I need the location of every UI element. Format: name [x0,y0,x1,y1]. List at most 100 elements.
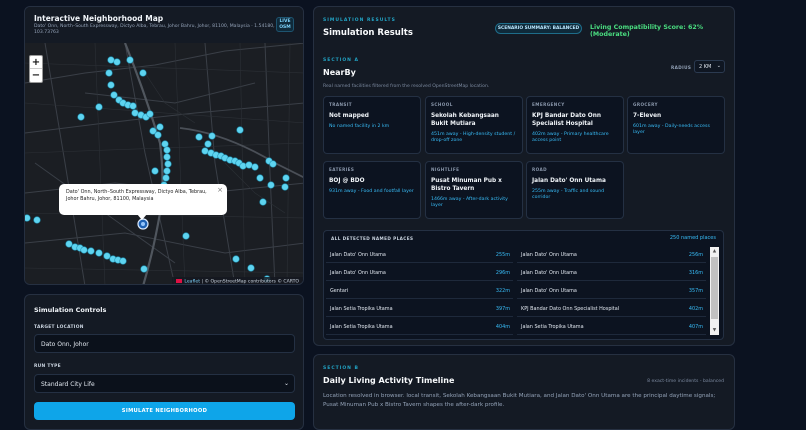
scroll-thumb[interactable] [711,257,718,319]
run-type-value: Standard City Life [41,381,95,388]
place-distance: 322m [495,288,510,294]
place-row[interactable]: Jalan Setia Tropika Utama 407m [517,319,706,335]
daily-meta: 8 exact-time incidents - balanced [647,379,724,384]
nearby-card-road: ROAD Jalan Dato' Onn Utama 255m away - T… [526,161,624,219]
place-name: Jalan Dato' Onn Utama [330,270,386,276]
poi-markers [25,56,290,283]
chevron-down-icon: ⌄ [716,63,721,69]
map-tiles [25,43,303,284]
nearby-card-grocery: GROCERY 7-Eleven 601m away - Daily-needs… [627,96,725,154]
place-distance: 316m [688,270,703,276]
card-category: NIGHTLIFE [431,167,460,172]
named-places-list[interactable]: ALL DETECTED NAMED PLACES 250 named plac… [323,230,724,340]
nearby-title: NearBy [323,68,356,77]
popup-tip [137,214,147,220]
target-location-label: TARGET LOCATION [34,325,84,330]
map-canvas[interactable]: Dato' Onn, North–South Expressway, Dicty… [25,43,303,285]
place-row[interactable]: Jalan Setia Tropika Utama 404m [326,319,513,335]
place-name: Jalan Setia Tropika Utama [330,306,393,312]
card-meta: 931m away - Food and footfall layer [329,188,414,194]
nearby-card-nightlife: NIGHTLIFE Pusat Minuman Pub x Bistro Tav… [425,161,523,219]
place-distance: 407m [688,324,703,330]
place-row[interactable]: Jalan Dato' Onn Utama 255m [326,247,513,263]
place-name: Jalan Dato' Onn Utama [330,252,386,258]
nearby-description: Real named facilities filtered from the … [323,84,490,89]
place-distance: 357m [688,288,703,294]
place-distance: 255m [495,252,510,258]
zoom-in-button[interactable]: + [30,56,42,69]
run-type-label: RUN TYPE [34,364,61,369]
place-row[interactable]: Jalan Dato' Onn Utama 296m [326,265,513,281]
place-row[interactable]: KPJ Bandar Dato Onn Specialist Hospital 4… [517,301,706,317]
card-meta: 451m away - High-density student / drop-… [431,131,516,143]
card-category: EMERGENCY [532,102,565,107]
simulation-results-panel: SIMULATION RESULTS Simulation Results SC… [313,6,735,346]
place-distance: 402m [688,306,703,312]
place-row[interactable]: Jalan Dato' Onn Utama 316m [517,265,706,281]
target-location-input[interactable]: Dato Onn, Johor [34,334,295,353]
card-name: BOJ @ BDO [329,178,365,184]
map-address: Dato' Onn, North–South Expressway, Dicty… [34,24,275,36]
scroll-down-icon[interactable]: ▼ [711,326,718,335]
zoom-out-button[interactable]: − [30,69,42,82]
card-name: Not mapped [329,113,369,119]
card-category: EATERIES [329,167,355,172]
simulate-neighborhood-button[interactable]: SIMULATE NEIGHBORHOOD [34,402,295,420]
compatibility-score: Living Compatibility Score: 62% (Moderat… [590,24,704,38]
live-osm-badge: LIVE OSM [276,17,294,32]
daily-living-panel: SECTION B Daily Living Activity Timeline… [313,354,735,430]
place-name: Jalan Dato' Onn Utama [521,288,577,294]
popup-text: Dato' Onn, North–South Expressway, Dicty… [66,189,207,203]
map-panel: Interactive Neighborhood Map Dato' Onn, … [24,6,304,285]
card-category: SCHOOL [431,102,453,107]
card-name: Sekolah Kebangsaan Bukit Mutiara [431,113,499,127]
simulation-controls-panel: Simulation Controls TARGET LOCATION Dato… [24,294,304,430]
card-category: GROCERY [633,102,658,107]
places-count: 250 named places [669,235,716,241]
map-popup: Dato' Onn, North–South Expressway, Dicty… [59,184,227,220]
map-title: Interactive Neighborhood Map [34,14,164,23]
card-meta: 601m away - Daily-needs access layer [633,123,710,136]
place-distance: 404m [495,324,510,330]
daily-description: Location resolved in browser. local tran… [323,393,716,409]
run-type-select[interactable]: Standard City Life ⌄ [34,374,295,393]
nearby-card-school: SCHOOL Sekolah Kebangsaan Bukit Mutiara … [425,96,523,154]
radius-value: 2 KM [699,64,712,70]
place-distance: 296m [495,270,510,276]
card-name: Jalan Dato' Onn Utama [532,178,606,184]
daily-title: Daily Living Activity Timeline [323,376,455,385]
card-name: Pusat Minuman Pub x Bistro Tavern [431,178,502,192]
radius-label: RADIUS [671,65,692,70]
card-category: ROAD [532,167,547,172]
leaflet-logo-icon [176,279,183,283]
scroll-up-icon[interactable]: ▲ [711,247,718,256]
card-meta: No named facility in 2 km [329,123,390,129]
place-distance: 256m [688,252,703,258]
place-name: Jalan Setia Tropika Utama [330,324,393,330]
place-row[interactable]: Jalan Dato' Onn Utama 357m [517,283,706,299]
place-name: KPJ Bandar Dato Onn Specialist Hospital [521,306,620,312]
card-meta: 255m away - Traffic and sound corridor [532,188,605,201]
zoom-control: + − [29,55,43,83]
nearby-card-emergency: EMERGENCY KPJ Bandar Dato Onn Specialist… [526,96,624,154]
place-name: Jalan Setia Tropika Utama [521,324,584,330]
card-meta: 402m away - Primary healthcare access po… [532,131,609,143]
leaflet-link[interactable]: Leaflet [184,280,200,285]
scenario-summary-badge: SCENARIO SUMMARY: BALANCED [495,23,582,34]
place-row[interactable]: Gentari 322m [326,283,513,299]
live-badge-line2: OSM [279,25,291,30]
place-row[interactable]: Jalan Dato' Onn Utama 256m [517,247,706,263]
results-title: Simulation Results [323,28,413,38]
nearby-card-transit: TRANSIT Not mapped No named facility in … [323,96,421,154]
card-name: 7-Eleven [633,113,662,119]
place-name: Jalan Dato' Onn Utama [521,270,577,276]
places-scrollbar[interactable]: ▲ ▼ [710,247,719,335]
radius-select[interactable]: 2 KM ⌄ [694,60,725,73]
place-row[interactable]: Jalan Setia Tropika Utama 397m [326,301,513,317]
close-icon[interactable]: × [217,185,223,196]
map-attribution: Leaflet | © OpenStreetMap contributors ©… [172,277,303,285]
card-name: KPJ Bandar Dato Onn Specialist Hospital [532,113,601,127]
section-a-eyebrow: SECTION A [323,58,360,63]
place-name: Gentari [330,288,349,294]
results-eyebrow: SIMULATION RESULTS [323,18,396,23]
